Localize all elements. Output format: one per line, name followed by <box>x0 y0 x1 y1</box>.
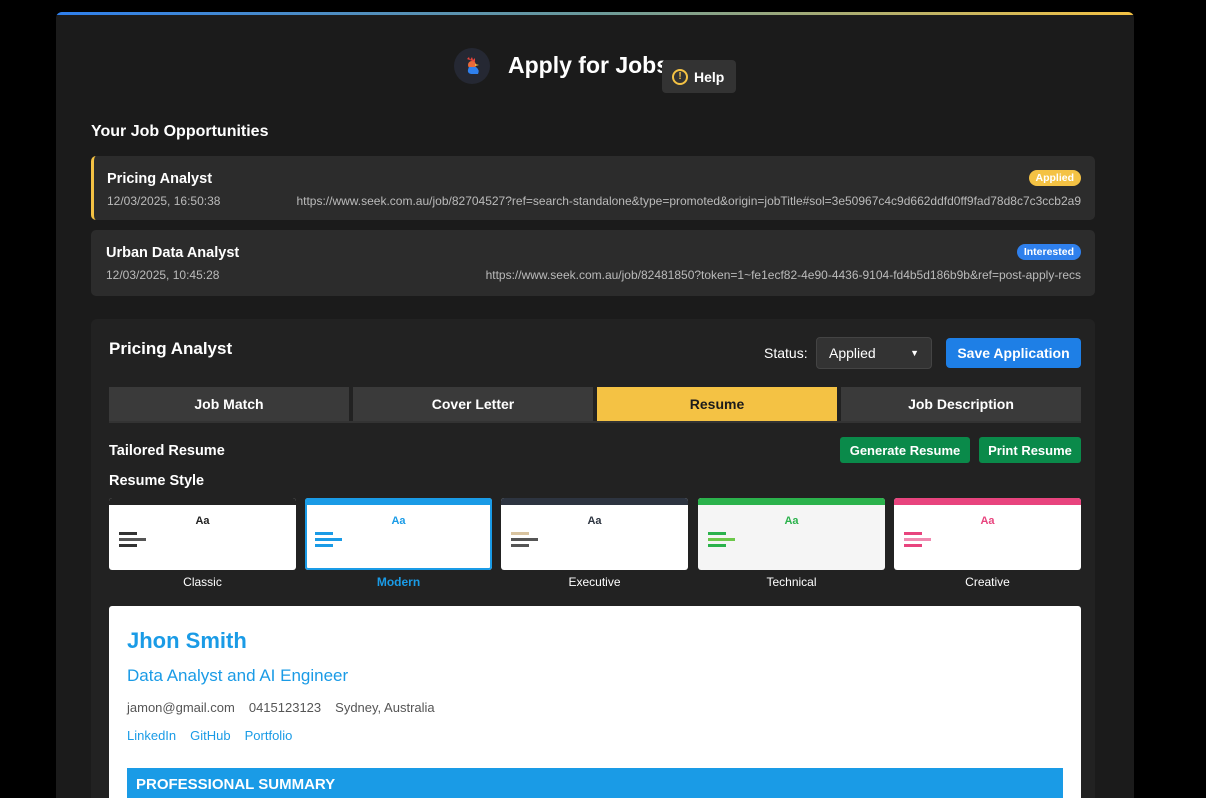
style-option-technical[interactable]: Aa Technical <box>698 498 885 589</box>
generate-resume-button[interactable]: Generate Resume <box>840 437 970 463</box>
tab-resume[interactable]: Resume <box>597 387 837 421</box>
tab-job-match[interactable]: Job Match <box>109 387 349 421</box>
style-label: Modern <box>376 575 421 589</box>
job-card-pricing-analyst[interactable]: Pricing Analyst 12/03/2025, 16:50:38 htt… <box>91 156 1095 220</box>
header: Apply for Jobs ! Help <box>56 48 1134 93</box>
style-label: Creative <box>965 575 1010 589</box>
job-title: Pricing Analyst <box>107 171 213 187</box>
style-option-creative[interactable]: Aa Creative <box>894 498 1081 589</box>
style-option-modern[interactable]: Aa Modern <box>305 498 492 589</box>
style-sample: Aa <box>391 515 406 527</box>
style-label: Executive <box>568 575 621 589</box>
accent-gradient-bar <box>56 12 1134 15</box>
style-option-classic[interactable]: Aa Classic <box>109 498 296 589</box>
style-label: Classic <box>183 575 222 589</box>
job-date: 12/03/2025, 16:50:38 <box>107 194 221 208</box>
style-sample: Aa <box>980 515 995 527</box>
style-sample: Aa <box>784 515 799 527</box>
tab-cover-letter[interactable]: Cover Letter <box>353 387 593 421</box>
style-preview: Aa <box>305 498 492 570</box>
opportunities-heading: Your Job Opportunities <box>91 123 269 140</box>
tailored-resume-heading: Tailored Resume <box>109 443 225 459</box>
style-preview: Aa <box>894 498 1081 570</box>
resume-location: Sydney, Australia <box>335 700 435 715</box>
help-button[interactable]: ! Help <box>662 60 736 93</box>
style-label: Technical <box>766 575 817 589</box>
rooster-logo-icon <box>454 48 490 84</box>
page-title: Apply for Jobs <box>508 52 670 78</box>
resume-contact: jamon@gmail.com 0415123123 Sydney, Austr… <box>127 700 435 715</box>
resume-email: jamon@gmail.com <box>127 700 235 715</box>
style-preview: Aa <box>109 498 296 570</box>
tab-job-description[interactable]: Job Description <box>841 387 1081 421</box>
job-card-urban-data-analyst[interactable]: Urban Data Analyst 12/03/2025, 10:45:28 … <box>91 230 1095 296</box>
status-badge: Interested <box>1016 244 1081 260</box>
resume-phone: 0415123123 <box>248 700 322 715</box>
style-preview: Aa <box>698 498 885 570</box>
style-option-executive[interactable]: Aa Executive <box>501 498 688 589</box>
resume-link-linkedin[interactable]: LinkedIn <box>127 728 176 743</box>
help-label: Help <box>694 68 725 85</box>
app-window: Apply for Jobs ! Help Your Job Opportuni… <box>56 12 1134 798</box>
resume-link-github[interactable]: GitHub <box>190 728 230 743</box>
job-title: Urban Data Analyst <box>106 245 240 261</box>
status-label: Status: <box>764 345 808 361</box>
job-url: https://www.seek.com.au/job/82704527?ref… <box>296 194 1081 208</box>
style-sample: Aa <box>195 515 210 527</box>
resume-section-heading: PROFESSIONAL SUMMARY <box>127 768 1063 798</box>
tab-bar: Job Match Cover Letter Resume Job Descri… <box>109 387 1081 423</box>
print-resume-button[interactable]: Print Resume <box>979 437 1081 463</box>
resume-link-portfolio[interactable]: Portfolio <box>245 728 293 743</box>
job-date: 12/03/2025, 10:45:28 <box>106 268 220 282</box>
resume-role: Data Analyst and AI Engineer <box>127 666 349 685</box>
resume-preview: Jhon Smith Data Analyst and AI Engineer … <box>109 606 1081 798</box>
application-detail-panel: Pricing Analyst Status: Applied ▼ Save A… <box>91 319 1095 798</box>
resume-style-heading: Resume Style <box>109 473 205 489</box>
status-badge: Applied <box>1028 170 1081 186</box>
resume-links: LinkedIn GitHub Portfolio <box>127 728 292 743</box>
style-preview: Aa <box>501 498 688 570</box>
style-sample: Aa <box>587 515 602 527</box>
detail-title: Pricing Analyst <box>109 339 233 358</box>
resume-style-picker: Aa Classic Aa Modern Aa Executive Aa Tec… <box>109 498 1081 594</box>
alert-circle-icon: ! <box>672 68 688 85</box>
status-select-value: Applied <box>829 345 876 361</box>
job-url: https://www.seek.com.au/job/82481850?tok… <box>485 268 1081 282</box>
save-application-button[interactable]: Save Application <box>946 338 1081 368</box>
status-select[interactable]: Applied ▼ <box>816 337 932 369</box>
chevron-down-icon: ▼ <box>910 348 919 358</box>
resume-name: Jhon Smith <box>127 628 247 653</box>
